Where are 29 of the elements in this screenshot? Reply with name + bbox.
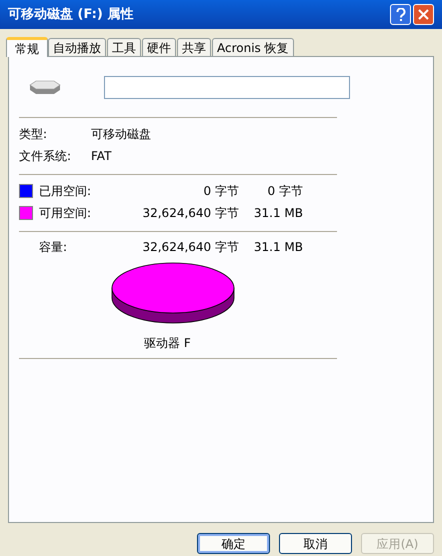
- drive-icon: [28, 79, 62, 95]
- space-size: 31.1 MB: [252, 205, 303, 222]
- tab[interactable]: Acronis 恢复: [212, 38, 294, 56]
- space-label: 已用空间:: [39, 183, 92, 200]
- capacity-bytes: 32,624,640 字节: [141, 239, 239, 256]
- dialog-button[interactable]: 确定: [197, 533, 270, 554]
- close-button[interactable]: [413, 4, 434, 25]
- info-label: 类型:: [19, 126, 48, 143]
- space-bytes: 0 字节: [202, 183, 239, 200]
- info-value: FAT: [91, 148, 112, 165]
- drive-label: 驱动器 F: [144, 335, 192, 352]
- help-button[interactable]: [390, 4, 411, 25]
- help-icon: [396, 8, 406, 22]
- close-icon: [418, 9, 429, 20]
- space-label: 可用空间:: [39, 205, 92, 222]
- capacity-label: 容量:: [39, 239, 68, 256]
- name-field[interactable]: [104, 76, 350, 98]
- tab[interactable]: 工具: [107, 38, 141, 56]
- space-size: 0 字节: [266, 183, 303, 200]
- window-title: 可移动磁盘 (F:) 属性: [8, 6, 134, 24]
- tab[interactable]: 常规: [6, 37, 48, 57]
- tab[interactable]: 共享: [177, 38, 211, 56]
- capacity-size: 31.1 MB: [252, 239, 303, 256]
- space-bytes: 32,624,640 字节: [141, 205, 239, 222]
- tab[interactable]: 硬件: [142, 38, 176, 56]
- dialog-button[interactable]: 取消: [279, 533, 352, 554]
- info-value: 可移动磁盘: [91, 126, 151, 143]
- info-label: 文件系统:: [19, 148, 72, 165]
- tab[interactable]: 自动播放: [48, 38, 106, 56]
